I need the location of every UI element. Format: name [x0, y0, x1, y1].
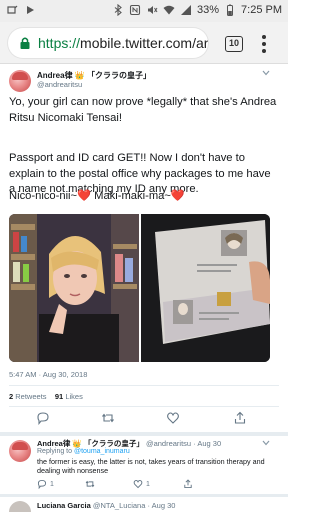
tweet-media[interactable]: [9, 214, 270, 362]
share-icon[interactable]: [233, 411, 247, 425]
passport-illustration: [141, 214, 270, 362]
media-photo-selfie[interactable]: [9, 214, 139, 362]
browser-toolbar: https://mobile.twitter.com/ar 10: [0, 22, 288, 64]
selfie-illustration: [9, 214, 139, 362]
retweet-icon[interactable]: [101, 411, 115, 425]
tweet-text-paragraph: Yo, your girl can now prove *legally* th…: [9, 96, 277, 124]
reply-share-button[interactable]: [183, 479, 193, 489]
tweet-timestamp[interactable]: 5:47 AM · Aug 30, 2018: [9, 370, 87, 379]
retweets-label[interactable]: Retweets: [15, 392, 46, 401]
status-left-icons: [6, 4, 36, 16]
battery-percent: 33%: [197, 4, 220, 16]
next-reply-date[interactable]: Aug 30: [152, 501, 176, 510]
avatar[interactable]: [9, 70, 31, 92]
like-icon[interactable]: [166, 411, 180, 425]
tweet-actions: [0, 411, 288, 427]
next-reply-header: Luciana Garcia @NTA_Luciana · Aug 30: [37, 501, 175, 510]
heart-emoji: ❤️: [170, 190, 185, 202]
reply-author-handle[interactable]: @andrearitsu: [146, 439, 191, 448]
like-icon: [133, 479, 143, 489]
replying-mention[interactable]: @touma_inumaru: [74, 448, 130, 455]
share-icon: [184, 479, 192, 489]
tweet-text-fragment: Maki-maki-ma~: [91, 190, 171, 202]
avatar[interactable]: [9, 440, 31, 462]
battery-icon: [227, 4, 234, 16]
reply-actions: 1 1: [37, 479, 277, 491]
url-scheme: https://: [38, 35, 81, 51]
avatar[interactable]: [9, 501, 31, 512]
next-reply-author-handle[interactable]: @NTA_Luciana: [93, 501, 146, 510]
nfc-icon: [129, 4, 141, 16]
url-text: https://mobile.twitter.com/ar: [38, 35, 208, 51]
reply-like-button[interactable]: 1: [133, 479, 150, 489]
chevron-down-icon[interactable]: [262, 440, 270, 446]
reply-icon: [37, 479, 47, 489]
clock: 7:25 PM: [241, 4, 282, 16]
replying-to: Replying to @touma_inumaru: [37, 448, 130, 455]
reply-author-name[interactable]: Andrea律 👑 「クララの皇子」: [37, 439, 144, 448]
mute-icon: [148, 6, 158, 14]
likes-label[interactable]: Likes: [65, 392, 83, 401]
url-host: mobile.twitter.com/ar: [80, 35, 208, 51]
media-photo-passport[interactable]: [141, 214, 270, 362]
author-handle[interactable]: @andrearitsu: [37, 80, 82, 89]
tweet-text-paragraph: Nico-nico-nii~❤️ Maki-maki-ma~❤️: [9, 189, 279, 205]
notification-icon: [7, 5, 18, 14]
retweets-count[interactable]: 2: [9, 392, 13, 401]
wifi-icon: [163, 5, 175, 15]
reply-count: 1: [50, 480, 54, 488]
tweet-stats: 2 Retweets 91 Likes: [9, 392, 83, 401]
status-bar: 33% 7:25 PM: [0, 0, 288, 22]
next-reply-author-name[interactable]: Luciana Garcia: [37, 501, 91, 510]
play-store-icon: [27, 6, 34, 14]
retweet-icon: [85, 480, 95, 488]
replying-prefix: Replying to: [37, 448, 73, 455]
divider: [9, 385, 279, 386]
tweet-text-fragment: Nico-nico-nii~: [9, 190, 78, 202]
reply-text: the former is easy, the latter is not, t…: [37, 457, 265, 475]
reply-date[interactable]: Aug 30: [197, 439, 221, 448]
heart-emoji: ❤️: [77, 190, 92, 202]
reply-retweet-button[interactable]: [85, 479, 95, 489]
status-right-icons: 33% 7:25 PM: [112, 4, 282, 16]
reply-icon[interactable]: [36, 411, 50, 425]
next-reply-tweet[interactable]: Luciana Garcia @NTA_Luciana · Aug 30: [0, 497, 288, 512]
chevron-down-icon[interactable]: [262, 70, 270, 76]
reply-tweet[interactable]: Andrea律 👑 「クララの皇子」 @andrearitsu · Aug 30…: [0, 436, 288, 496]
tab-switcher-button[interactable]: 10: [225, 36, 243, 52]
lock-icon: [20, 37, 30, 49]
signal-icon: [181, 5, 191, 15]
like-count: 1: [146, 480, 150, 488]
bluetooth-icon: [114, 4, 122, 16]
address-bar[interactable]: https://mobile.twitter.com/ar: [8, 28, 208, 58]
more-vert-icon[interactable]: [261, 34, 267, 54]
reply-reply-button[interactable]: 1: [37, 479, 54, 489]
likes-count[interactable]: 91: [55, 392, 63, 401]
divider: [9, 406, 279, 407]
